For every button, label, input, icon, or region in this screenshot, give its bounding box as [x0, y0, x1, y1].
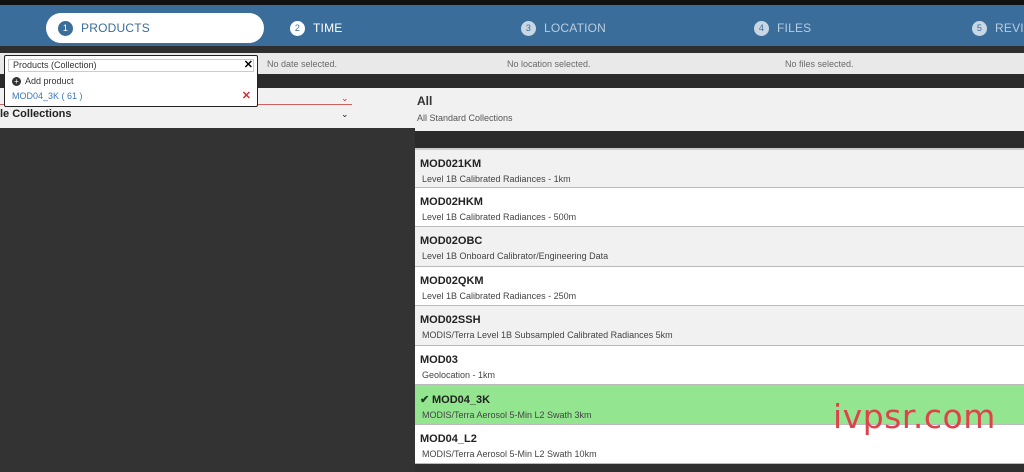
selected-product-link[interactable]: MOD04_3K ( 61 )	[12, 91, 83, 101]
product-description: Geolocation - 1km	[422, 369, 496, 380]
wizard-steps: 1 PRODUCTS 2 TIME 3 LOCATION 4 FILES 5 R…	[0, 5, 1024, 46]
divider	[415, 131, 1024, 148]
list-item[interactable]: MOD02HKM Level 1B Calibrated Radiances -…	[415, 187, 1024, 227]
step-label: PRODUCTS	[81, 21, 150, 35]
popup-title: Products (Collection)	[13, 60, 97, 70]
product-name: MOD02OBC	[420, 235, 483, 247]
product-name: MOD03	[420, 353, 458, 366]
product-name: MOD04_3K	[432, 394, 491, 406]
list-item[interactable]: MOD02QKM Level 1B Calibrated Radiances -…	[415, 266, 1024, 306]
collection-title: All	[417, 94, 433, 108]
files-summary: No files selected.	[785, 59, 854, 69]
selected-products-popup: Products (Collection) ✕ + Add product MO…	[4, 55, 258, 107]
list-item[interactable]: MOD03 Geolocation - 1km	[415, 345, 1024, 385]
step-number: 1	[58, 20, 73, 36]
product-description: MODIS/Terra Level 1B Subsampled Calibrat…	[422, 330, 673, 340]
collections-dropdown-label[interactable]: le Collections	[0, 108, 72, 120]
product-description: Level 1B Calibrated Radiances - 500m	[422, 211, 577, 222]
step-number: 5	[972, 20, 987, 36]
chevron-down-icon[interactable]: ⌄	[341, 93, 349, 104]
product-description: Level 1B Onboard Calibrator/Engineering …	[422, 251, 609, 261]
product-name: MOD02SSH	[420, 314, 481, 326]
popup-header: Products (Collection)	[8, 59, 254, 72]
add-product-label: Add product	[25, 76, 74, 86]
collection-subtitle: All Standard Collections	[417, 113, 513, 123]
add-product-button[interactable]: + Add product	[12, 76, 74, 86]
collection-header: All All Standard Collections	[415, 88, 1024, 131]
list-item[interactable]: MOD02OBC Level 1B Onboard Calibrator/Eng…	[415, 227, 1024, 267]
list-item[interactable]: MOD021KM Level 1B Calibrated Radiances -…	[415, 148, 1024, 188]
step-number: 2	[290, 20, 305, 36]
step-location[interactable]: 3 LOCATION	[521, 13, 606, 43]
step-label: LOCATION	[544, 21, 607, 35]
step-files[interactable]: 4 FILES	[754, 13, 811, 43]
check-icon: ✔	[420, 394, 430, 406]
step-label: FILES	[777, 21, 812, 35]
step-products[interactable]: 1 PRODUCTS	[46, 13, 264, 43]
step-time[interactable]: 2 TIME	[290, 13, 342, 43]
chevron-down-icon[interactable]: ⌄	[341, 109, 349, 120]
step-label: TIME	[313, 21, 343, 35]
step-review[interactable]: 5 REVIE	[972, 13, 1024, 43]
date-summary: No date selected.	[267, 59, 338, 69]
left-panel	[0, 88, 415, 472]
product-name: MOD02HKM	[420, 195, 483, 208]
product-description: Level 1B Calibrated Radiances - 1km	[422, 174, 571, 184]
step-label: REVIE	[995, 21, 1024, 35]
plus-circle-icon: +	[12, 76, 21, 86]
close-icon[interactable]: ✕	[244, 58, 253, 71]
product-name: MOD021KM	[420, 158, 482, 170]
step-number: 3	[521, 20, 536, 36]
watermark: ivpsr.com	[833, 397, 996, 436]
location-summary: No location selected.	[507, 59, 591, 69]
product-description: MODIS/Terra Aerosol 5-Min L2 Swath 10km	[422, 448, 597, 459]
product-description: Level 1B Calibrated Radiances - 250m	[422, 290, 577, 301]
list-item[interactable]: MOD02SSH MODIS/Terra Level 1B Subsampled…	[415, 306, 1024, 346]
step-number: 4	[754, 20, 769, 36]
product-name: MOD02QKM	[420, 274, 484, 287]
remove-icon[interactable]: ✕	[242, 89, 251, 102]
